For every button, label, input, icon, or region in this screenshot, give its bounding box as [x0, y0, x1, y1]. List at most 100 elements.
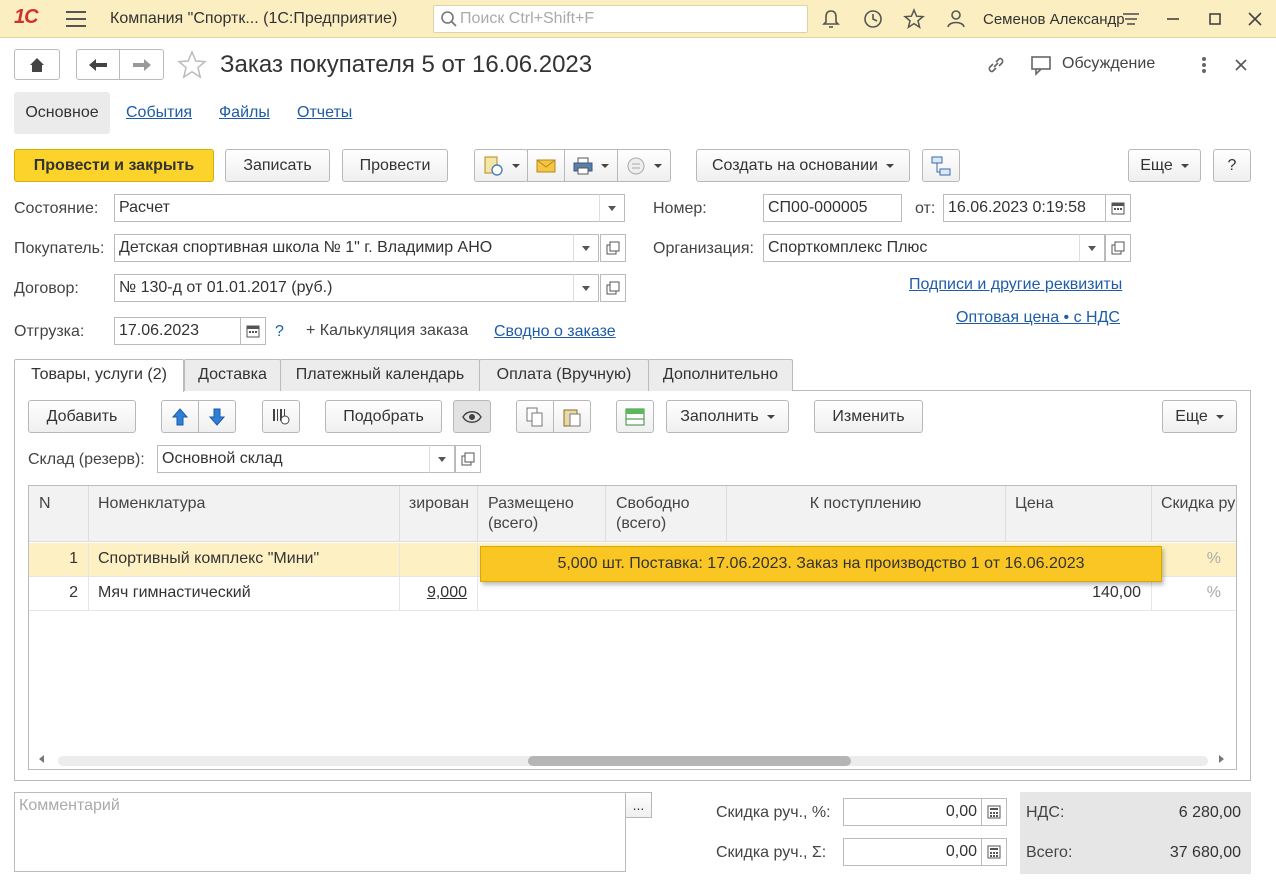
tab-events[interactable]: События [126, 104, 192, 122]
scroll-left-icon[interactable] [39, 755, 44, 763]
col-free[interactable]: Свободно (всего) [606, 486, 727, 542]
more-vertical-icon[interactable] [1196, 54, 1212, 76]
row-discount[interactable]: % [1151, 543, 1231, 577]
pick-items-button[interactable]: Подобрать [325, 400, 442, 433]
help-button[interactable]: ? [1213, 149, 1251, 182]
row-price[interactable]: 140,00 [1005, 577, 1152, 611]
manual-discount-sum-field[interactable]: 0,00 [843, 838, 982, 866]
buyer-field[interactable]: Детская спортивная школа № 1" г. Владими… [114, 234, 574, 262]
close-window-icon[interactable] [1244, 8, 1266, 30]
menu-icon[interactable] [66, 11, 86, 27]
favorite-star-icon[interactable] [177, 50, 207, 80]
discount-pct-calc-button[interactable] [981, 798, 1007, 826]
col-price[interactable]: Цена [1005, 486, 1152, 542]
horizontal-scrollbar-thumb[interactable] [528, 756, 851, 766]
buyer-dropdown[interactable] [573, 234, 599, 262]
fill-button[interactable]: Заполнить [666, 400, 789, 433]
signatures-link[interactable]: Подписи и другие реквизиты [909, 276, 1122, 294]
settings-lines-icon[interactable] [1120, 8, 1142, 30]
org-open-button[interactable] [1105, 234, 1131, 262]
comment-field[interactable]: Комментарий [14, 792, 626, 872]
copy-rows-button[interactable] [516, 400, 554, 433]
1c-logo[interactable]: 1С [14, 6, 39, 29]
tab-reports[interactable]: Отчеты [297, 104, 352, 122]
maximize-icon[interactable] [1204, 8, 1226, 30]
items-table[interactable]: N Номенклатура зирован Размещено (всего)… [28, 485, 1237, 770]
calculation-link[interactable]: + Калькуляция заказа [306, 322, 468, 340]
tab-payment-calendar[interactable]: Платежный календарь [280, 359, 480, 391]
col-discount[interactable]: Скидка ру [1151, 486, 1236, 542]
buyer-open-button[interactable] [600, 234, 626, 262]
minimize-icon[interactable] [1162, 8, 1184, 30]
user-name[interactable]: Семенов Александр [983, 11, 1125, 28]
date-calendar-button[interactable] [1105, 194, 1131, 222]
add-row-button[interactable]: Добавить [28, 400, 136, 433]
show-reserve-toggle[interactable] [453, 400, 491, 433]
scroll-right-icon[interactable] [1219, 755, 1224, 763]
tab-goods[interactable]: Товары, услуги (2) [14, 359, 184, 392]
row-reserved[interactable]: 9,000 [399, 577, 478, 611]
col-reserved[interactable]: зирован [399, 486, 478, 542]
discount-sum-calc-button[interactable] [981, 838, 1007, 866]
row-item[interactable]: Мяч гимнастический [88, 577, 400, 611]
star-icon[interactable] [903, 8, 925, 30]
price-type-link[interactable]: Оптовая цена • с НДС [956, 309, 1120, 327]
tab-payment[interactable]: Оплата (Вручную) [479, 359, 649, 391]
warehouse-dropdown[interactable] [429, 445, 455, 473]
create-based-on-button[interactable]: Создать на основании [696, 149, 910, 182]
change-button[interactable]: Изменить [814, 400, 923, 433]
org-dropdown[interactable] [1079, 234, 1105, 262]
history-icon[interactable] [862, 8, 884, 30]
row-reserved[interactable] [399, 543, 478, 577]
discussion-icon[interactable] [1030, 54, 1054, 76]
contract-open-button[interactable] [600, 274, 626, 302]
tab-delivery[interactable]: Доставка [184, 359, 281, 391]
edo-button[interactable] [617, 149, 671, 182]
discussion-link[interactable]: Обсуждение [1062, 55, 1155, 73]
comment-expand-button[interactable]: ... [625, 792, 652, 818]
back-button[interactable] [76, 49, 120, 80]
search-input[interactable]: Поиск Ctrl+Shift+F [433, 5, 808, 33]
bell-icon[interactable] [820, 8, 842, 30]
row-discount[interactable]: % [1151, 577, 1231, 611]
fill-table-icon-button[interactable] [616, 400, 654, 433]
save-button[interactable]: Записать [225, 149, 330, 182]
shipment-date-field[interactable]: 17.06.2023 [114, 317, 241, 345]
tab-files[interactable]: Файлы [219, 104, 270, 122]
state-dropdown[interactable] [599, 194, 625, 222]
table-more-button[interactable]: Еще [1162, 400, 1237, 433]
link-icon[interactable] [985, 54, 1007, 76]
shipment-help-icon[interactable]: ? [275, 323, 284, 341]
document-link-button[interactable] [474, 149, 528, 182]
more-button[interactable]: Еще [1128, 149, 1201, 182]
date-field[interactable]: 16.06.2023 0:19:58 [943, 194, 1106, 222]
post-button[interactable]: Провести [342, 149, 448, 182]
col-n[interactable]: N [29, 486, 89, 542]
forward-button[interactable] [119, 49, 164, 80]
email-button[interactable] [527, 149, 565, 182]
col-placed[interactable]: Размещено (всего) [478, 486, 606, 542]
move-up-button[interactable] [161, 400, 199, 433]
warehouse-open-button[interactable] [455, 445, 481, 473]
user-icon[interactable] [945, 8, 967, 30]
close-form-icon[interactable] [1232, 56, 1250, 74]
structure-button[interactable] [922, 149, 960, 182]
move-down-button[interactable] [198, 400, 236, 433]
number-field[interactable]: СП00-000005 [763, 194, 902, 222]
post-and-close-button[interactable]: Провести и закрыть [14, 149, 214, 182]
warehouse-field[interactable]: Основной склад [157, 445, 430, 473]
tab-main[interactable]: Основное [14, 92, 110, 134]
manual-discount-pct-field[interactable]: 0,00 [843, 798, 982, 826]
state-field[interactable]: Расчет [114, 194, 600, 222]
contract-field[interactable]: № 130-д от 01.01.2017 (руб.) [114, 274, 574, 302]
shipment-calendar-button[interactable] [240, 317, 266, 345]
home-button[interactable] [14, 49, 60, 80]
contract-dropdown[interactable] [573, 274, 599, 302]
order-summary-link[interactable]: Сводно о заказе [494, 323, 616, 341]
table-row[interactable]: 2 Мяч гимнастический 9,000 140,00 % [29, 577, 1236, 611]
paste-rows-button[interactable] [553, 400, 591, 433]
col-item[interactable]: Номенклатура [88, 486, 400, 542]
tab-additional[interactable]: Дополнительно [648, 359, 793, 391]
print-button[interactable] [564, 149, 618, 182]
row-item[interactable]: Спортивный комплекс "Мини" [88, 543, 400, 577]
